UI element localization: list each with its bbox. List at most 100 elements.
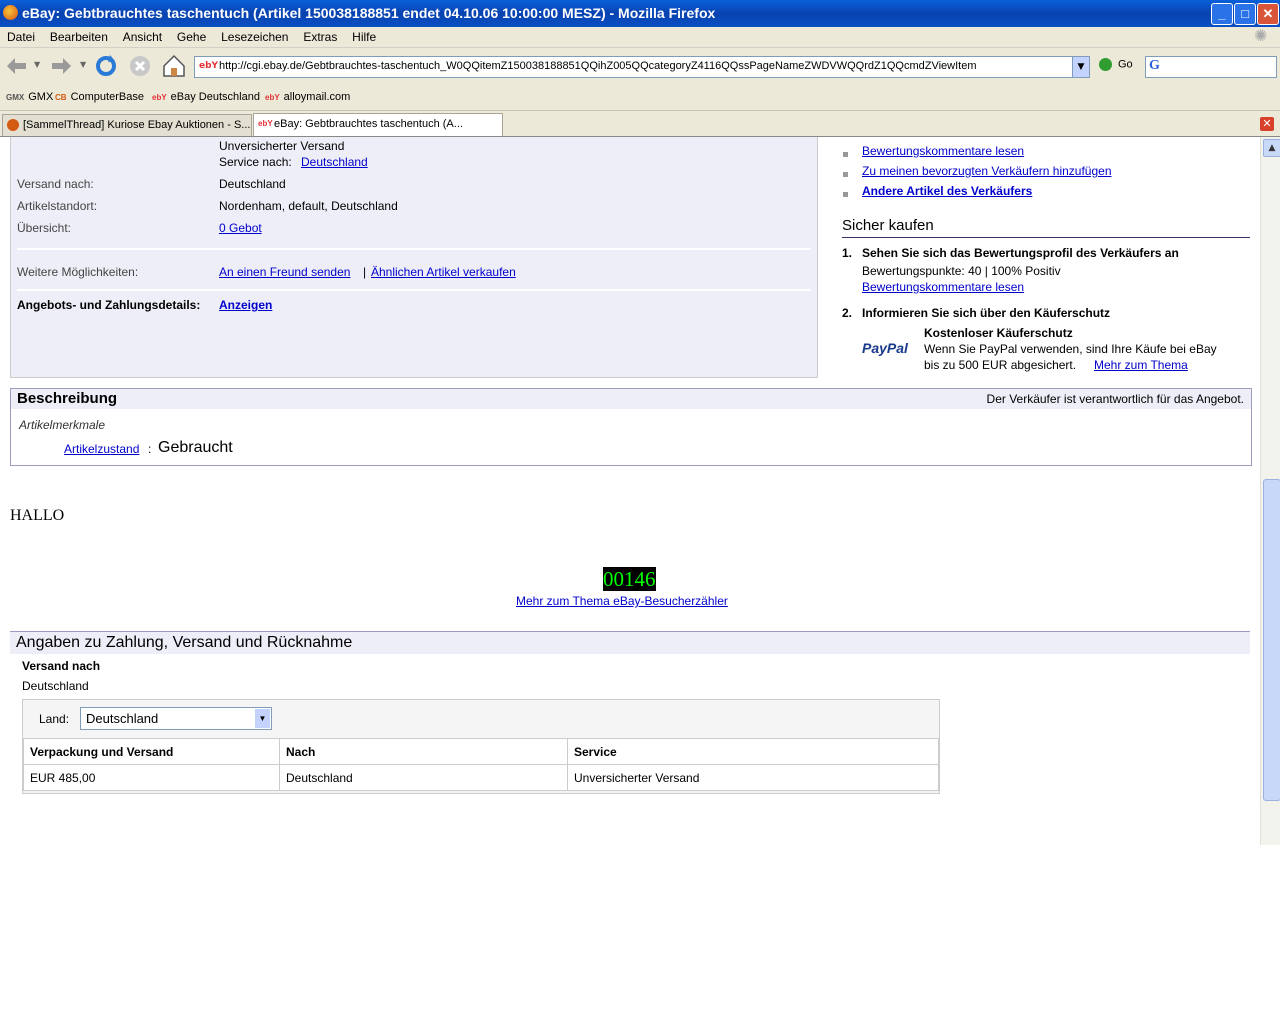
bullet-icon [843,172,848,177]
other-items-link[interactable]: Andere Artikel des Verkäufers [862,184,1032,198]
bullet-icon [843,192,848,197]
ebay-tab-icon: ebY [258,119,273,128]
bookmark-gmx[interactable]: GMX GMX [6,91,53,103]
sicher-kaufen-title: Sicher kaufen [842,217,934,234]
bookmark-alloymail[interactable]: ebY alloymail.com [265,91,350,103]
search-box[interactable]: G [1145,56,1277,78]
reload-icon[interactable] [93,53,119,79]
service-label: Service nach: [219,155,292,169]
home-icon[interactable] [161,53,187,79]
feedback-comments-link[interactable]: Bewertungskommentare lesen [862,144,1024,158]
stop-icon[interactable] [127,53,153,79]
vertical-scrollbar[interactable]: ▲ [1260,137,1280,845]
bookmark-label: eBay Deutschland [170,91,260,103]
ebay-icon: ebY [152,93,167,102]
visitor-counter-link[interactable]: Mehr zum Thema eBay-Besucherzähler [516,594,728,608]
land-label: Land: [39,712,70,726]
menu-datei[interactable]: Datei [7,27,35,47]
table-cell: Unversicherter Versand [567,764,939,791]
navigation-toolbar: ▼ ▼ ebY http://cgi.ebay.de/Gebtbrauchtes… [0,48,1280,86]
menu-gehe[interactable]: Gehe [177,27,206,47]
send-to-friend-link[interactable]: An einen Freund senden [219,265,350,279]
sell-similar-link[interactable]: Ähnlichen Artikel verkaufen [371,265,516,279]
tab-bar: [SammelThread] Kuriose Ebay Auktionen - … [0,111,1280,137]
description-body-text: HALLO [10,507,65,524]
kaeuferschutz-title: Kostenloser Käuferschutz [924,326,1073,340]
service-country-link[interactable]: Deutschland [301,155,368,169]
feedback-comments-link-2[interactable]: Bewertungskommentare lesen [862,280,1024,294]
back-icon[interactable] [4,53,30,79]
menu-bearbeiten[interactable]: Bearbeiten [50,27,108,47]
standort-label: Artikelstandort: [17,199,98,213]
go-label: Go [1118,58,1133,71]
bullet-icon [843,152,848,157]
page-content: Unversicherter Versand Service nach: Deu… [0,137,1259,845]
item-specifics-label: Artikelmerkmale [19,418,106,432]
shipping-service-text: Unversicherter Versand [219,139,345,153]
scroll-up-icon[interactable]: ▲ [1263,139,1280,157]
window-titlebar: eBay: Gebtbrauchtes taschentuch (Artikel… [0,0,1280,27]
uebersicht-label: Übersicht: [17,221,72,235]
google-search-icon[interactable]: G [1149,58,1160,74]
scrollbar-thumb[interactable] [1263,479,1280,801]
visitor-counter: 00146 [603,567,656,591]
forward-icon[interactable] [48,53,74,79]
window-title: eBay: Gebtbrauchtes taschentuch (Artikel… [22,5,716,21]
address-dropdown-icon[interactable]: ▼ [1072,57,1089,77]
divider [17,248,811,250]
bookmark-label: GMX [28,91,54,103]
go-button[interactable]: Go [1099,58,1133,71]
ebay-icon: ebY [265,93,280,102]
menu-lesezeichen[interactable]: Lesezeichen [221,27,288,47]
description-box: Beschreibung Der Verkäufer ist verantwor… [10,388,1252,466]
shipping-table: Verpackung und Versand Nach Service EUR … [23,738,939,791]
forward-dropdown-icon[interactable]: ▼ [80,60,86,69]
tab-label: eBay: Gebtbrauchtes taschentuch (A... [274,118,463,130]
item-condition-link[interactable]: Artikelzustand [64,442,139,456]
maximize-button[interactable]: □ [1234,3,1256,25]
close-window-button[interactable]: ✕ [1257,3,1279,25]
close-tab-button[interactable]: ✕ [1260,117,1274,131]
link-separator: | [363,265,367,279]
seller-panel: Bewertungskommentare lesen Zu meinen bev… [838,137,1252,377]
bookmark-computerbase[interactable]: CB ComputerBase [55,91,144,103]
tab-ebay-item[interactable]: ebY eBay: Gebtbrauchtes taschentuch (A..… [253,113,503,136]
add-favorite-seller-link[interactable]: Zu meinen bevorzugten Verkäufern hinzufü… [862,164,1112,178]
ebay-favicon: ebY [199,61,219,71]
address-bar[interactable]: ebY http://cgi.ebay.de/Gebtbrauchtes-tas… [194,56,1090,78]
tab-label: [SammelThread] Kuriose Ebay Auktionen - … [23,119,251,131]
bids-link[interactable]: 0 Gebot [219,221,262,235]
kaeuferschutz-text-1: Wenn Sie PayPal verwenden, sind Ihre Käu… [924,342,1217,356]
weitere-label: Weitere Möglichkeiten: [17,265,139,279]
table-header-row: Verpackung und Versand Nach Service [23,738,939,765]
step2-title: Informieren Sie sich über den Käuferschu… [862,306,1111,320]
computerbase-tab-icon [7,119,19,131]
paypal-logo: PayPal [862,340,908,356]
computerbase-icon: CB [55,93,67,102]
tab-sammelthread[interactable]: [SammelThread] Kuriose Ebay Auktionen - … [2,114,252,136]
seller-responsibility-note: Der Verkäufer ist verantwortlich für das… [986,392,1244,406]
feedback-score: Bewertungspunkte: 40 | 100% Positiv [862,264,1061,278]
description-header: Beschreibung Der Verkäufer ist verantwor… [11,389,1251,409]
divider [17,289,811,291]
versand-nach-value: Deutschland [22,679,89,693]
menu-hilfe[interactable]: Hilfe [352,27,376,47]
go-arrow-icon [1099,58,1112,71]
menu-extras[interactable]: Extras [303,27,337,47]
firefox-icon [3,5,18,20]
angebot-anzeigen-link[interactable]: Anzeigen [219,298,272,312]
back-dropdown-icon[interactable]: ▼ [34,60,40,69]
kaeuferschutz-text-2: bis zu 500 EUR abgesichert. [924,358,1077,372]
mehr-zum-thema-link[interactable]: Mehr zum Thema [1094,358,1188,372]
country-select[interactable]: Deutschland ▼ [80,707,272,730]
minimize-button[interactable]: _ [1211,3,1233,25]
url-text[interactable]: http://cgi.ebay.de/Gebtbrauchtes-taschen… [219,60,977,72]
menu-ansicht[interactable]: Ansicht [123,27,162,47]
throbber-icon: ✺ [1254,28,1268,45]
bookmark-ebay-deutschland[interactable]: ebY eBay Deutschland [152,91,260,103]
chevron-down-icon[interactable]: ▼ [255,709,270,728]
item-condition-value: Gebraucht [158,439,233,456]
table-row: EUR 485,00 Deutschland Unversicherter Ve… [23,764,939,791]
step1-number: 1. [842,246,853,260]
table-cell: Deutschland [279,764,568,791]
